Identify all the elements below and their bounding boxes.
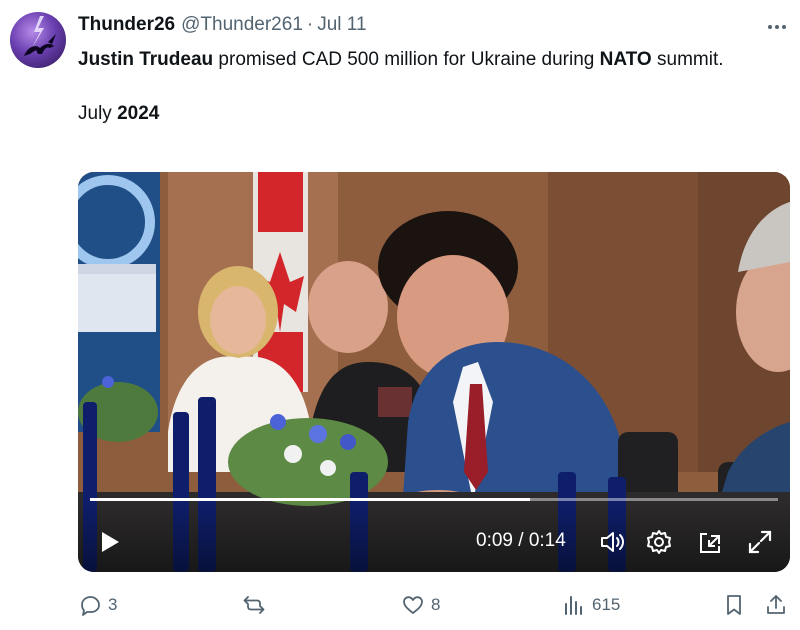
header-separator: · xyxy=(306,14,314,35)
play-button[interactable] xyxy=(94,527,124,557)
volume-button[interactable] xyxy=(598,528,626,556)
time-total: 0:14 xyxy=(528,530,566,551)
tweet-text-year: 2024 xyxy=(117,103,160,124)
share-button[interactable] xyxy=(764,590,794,620)
repost-button[interactable] xyxy=(242,590,272,620)
video-progress-bar[interactable] xyxy=(90,498,778,501)
bookmark-icon xyxy=(727,595,741,615)
lightning-unicorn-icon xyxy=(24,16,56,56)
avatar[interactable] xyxy=(10,12,66,68)
tweet-text-middle: promised CAD 500 million for Ukraine dur… xyxy=(213,49,600,70)
fullscreen-icon xyxy=(748,530,772,554)
play-icon xyxy=(102,532,119,552)
tweet-action-bar: 3 8 615 xyxy=(0,588,800,622)
tweet-header: Thunder26 @Thunder261 · Jul 11 xyxy=(78,14,367,38)
tweet-text-org: NATO xyxy=(599,49,652,70)
tweet-text-tail: summit. xyxy=(651,49,724,70)
video-progress-fill xyxy=(90,498,531,501)
views-count: 615 xyxy=(592,595,621,614)
tweet-text-name: Justin Trudeau xyxy=(78,49,214,70)
heart-icon xyxy=(403,596,423,614)
tweet-text-month: July xyxy=(78,103,118,124)
tweet-paragraph: July 2024 xyxy=(78,100,768,128)
share-icon xyxy=(767,595,785,614)
views-chart-icon xyxy=(565,596,582,615)
reply-count: 3 xyxy=(108,595,118,614)
bookmark-button[interactable] xyxy=(722,590,752,620)
reply-icon xyxy=(81,596,100,616)
video-player[interactable]: 0:09 / 0:14 xyxy=(78,172,790,572)
more-dot-icon xyxy=(782,25,786,29)
display-name[interactable]: Thunder26 xyxy=(78,14,175,36)
video-frame xyxy=(78,172,790,572)
user-handle[interactable]: @Thunder261 xyxy=(181,14,303,36)
picture-in-picture-button[interactable] xyxy=(697,528,725,556)
settings-button[interactable] xyxy=(645,528,673,556)
like-button[interactable]: 8 xyxy=(401,590,440,620)
time-separator: / xyxy=(512,530,529,551)
tweet-text: Justin Trudeau promised CAD 500 million … xyxy=(78,46,768,128)
volume-icon xyxy=(601,532,624,552)
reply-button[interactable]: 3 xyxy=(78,590,117,620)
more-dot-icon xyxy=(768,25,772,29)
video-time: 0:09 / 0:14 xyxy=(476,530,566,552)
pip-icon xyxy=(700,533,720,553)
more-dot-icon xyxy=(775,25,779,29)
repost-icon xyxy=(243,596,265,614)
fullscreen-button[interactable] xyxy=(746,528,774,556)
settings-icon xyxy=(647,530,671,554)
views-button[interactable]: 615 xyxy=(562,590,620,620)
like-count: 8 xyxy=(431,595,441,614)
more-options-button[interactable] xyxy=(762,16,792,38)
tweet-paragraph: Justin Trudeau promised CAD 500 million … xyxy=(78,46,768,74)
tweet-date[interactable]: Jul 11 xyxy=(317,14,366,36)
time-current: 0:09 xyxy=(476,530,513,551)
